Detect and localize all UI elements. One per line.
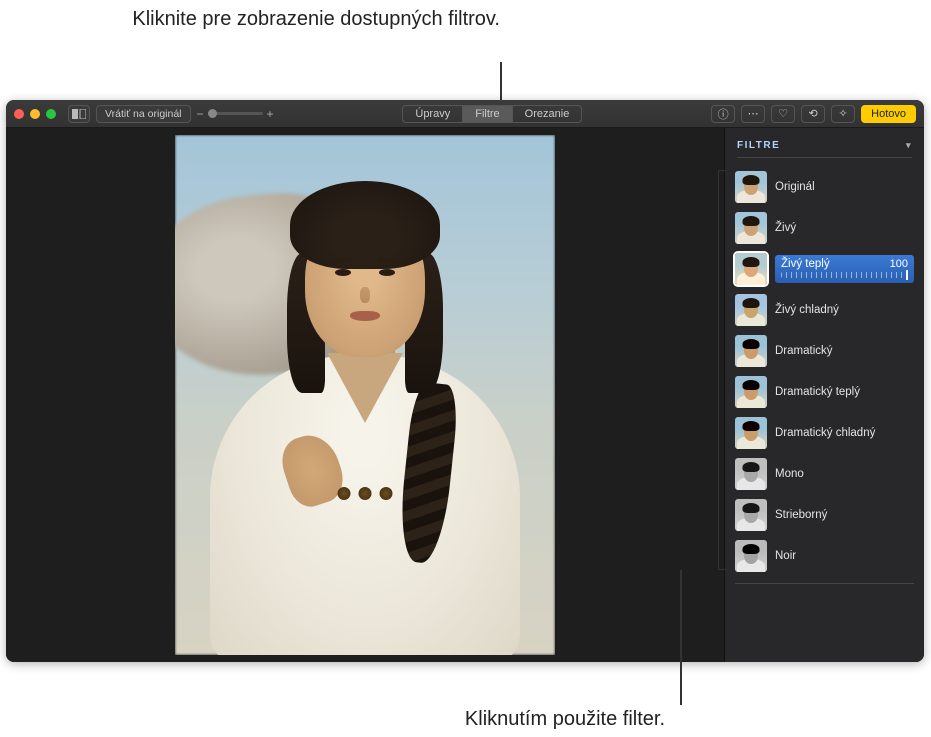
filter-label: Dramatický [775,345,914,357]
toolbar: Vrátiť na originál − + Úpravy Filtre Ore… [6,100,924,128]
callout-bracket [718,170,726,370]
done-button[interactable]: Hotovo [861,105,916,123]
filter-thumb [735,294,767,326]
filter-thumb [735,499,767,531]
ellipsis-icon: ⋯ [748,107,759,120]
filter-label: Živý chladný [775,304,914,316]
divider [735,583,914,584]
tab-adjust[interactable]: Úpravy [403,106,462,122]
filter-original[interactable]: Originál [733,168,916,206]
photo [175,135,555,655]
zoom-thumb[interactable] [208,109,217,118]
zoom-track[interactable] [208,112,263,115]
panel-title-label: FILTRE [737,140,780,151]
filter-thumb [735,540,767,572]
layout-icon [72,109,86,119]
filter-thumb [735,335,767,367]
zoom-out-icon: − [197,107,204,121]
window-controls [14,109,56,119]
filter-label: Originál [775,181,914,193]
edit-mode-segmented: Úpravy Filtre Orezanie [402,105,582,123]
enhance-button[interactable]: ✧ [831,105,855,123]
photo-canvas[interactable] [6,128,724,662]
close-window-button[interactable] [14,109,24,119]
filter-label: Strieborný [775,509,914,521]
panel-title[interactable]: FILTRE ▾ [737,140,912,158]
filter-intensity-slider[interactable] [781,272,908,278]
favorite-button[interactable]: ♡ [771,105,795,123]
filter-thumb [735,212,767,244]
filter-noir[interactable]: Noir [733,537,916,575]
filter-vivid[interactable]: Živý [733,209,916,247]
filter-silvertone[interactable]: Strieborný [733,496,916,534]
filter-vivid-cool[interactable]: Živý chladný [733,291,916,329]
minimize-window-button[interactable] [30,109,40,119]
filter-label: Noir [775,550,914,562]
filters-panel: FILTRE ▾ Originál Živý Živý teplý 100 [724,128,924,662]
filter-mono[interactable]: Mono [733,455,916,493]
zoom-in-icon: + [267,107,274,121]
filter-thumb [735,376,767,408]
wand-icon: ✧ [839,107,848,120]
filter-selected-control[interactable]: Živý teplý 100 [775,255,914,283]
filter-intensity-value: 100 [890,258,908,270]
filter-label: Dramatický teplý [775,386,914,398]
filter-label: Dramatický chladný [775,427,914,439]
tab-crop[interactable]: Orezanie [512,106,582,122]
callout-line [500,62,502,100]
filter-dramatic[interactable]: Dramatický [733,332,916,370]
fullscreen-window-button[interactable] [46,109,56,119]
info-button[interactable]: ⓘ [711,105,735,123]
filter-label: Živý teplý [781,258,830,270]
filter-thumb [735,253,767,285]
filter-thumb [735,458,767,490]
callout-bottom: Kliknutím použite filter. [0,708,665,731]
rotate-button[interactable]: ⟲ [801,105,825,123]
filter-label: Mono [775,468,914,480]
filter-thumb [735,417,767,449]
heart-icon: ♡ [778,107,788,120]
info-icon: ⓘ [718,106,729,122]
zoom-slider[interactable]: − + [197,107,274,121]
callout-bracket [718,370,726,570]
filter-label: Živý [775,222,914,234]
app-window: Vrátiť na originál − + Úpravy Filtre Ore… [6,100,924,662]
chevron-down-icon: ▾ [906,140,912,151]
filter-dramatic-cool[interactable]: Dramatický chladný [733,414,916,452]
revert-button[interactable]: Vrátiť na originál [96,105,191,123]
filter-thumb [735,171,767,203]
rotate-icon: ⟲ [809,107,818,120]
filter-dramatic-warm[interactable]: Dramatický teplý [733,373,916,411]
more-button[interactable]: ⋯ [741,105,765,123]
content-area: FILTRE ▾ Originál Živý Živý teplý 100 [6,128,924,662]
layout-toggle-button[interactable] [68,105,90,123]
callout-top: Kliknite pre zobrazenie dostupných filtr… [0,6,500,33]
tab-filters[interactable]: Filtre [462,106,511,122]
callout-line [680,570,682,705]
filter-vivid-warm[interactable]: Živý teplý 100 [733,250,916,288]
